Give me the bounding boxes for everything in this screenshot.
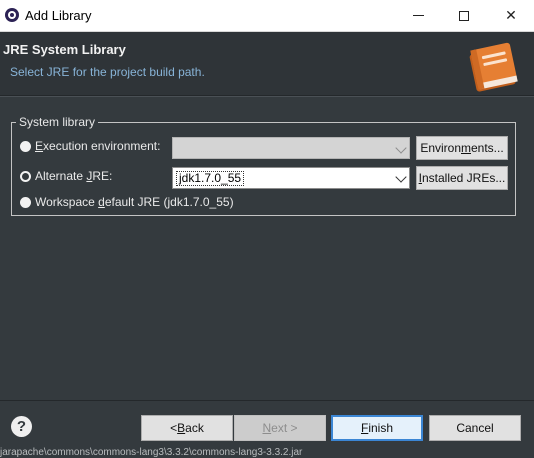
label-part: inish	[368, 421, 394, 435]
execution-environment-label[interactable]: Execution environment:	[35, 139, 160, 153]
header-separator-highlight	[0, 96, 534, 97]
alternate-jre-label[interactable]: Alternate JRE:	[35, 169, 112, 183]
label-part: ext >	[271, 421, 298, 435]
book-icon	[469, 42, 518, 92]
maximize-icon	[459, 10, 469, 21]
label-part: efault JRE (jdk1.7.0_55)	[104, 195, 234, 209]
installed-jres-button[interactable]: Installed JREs...	[416, 166, 508, 190]
back-button[interactable]: < Back	[141, 415, 233, 441]
page-description: Select JRE for the project build path.	[10, 65, 205, 79]
minimize-button[interactable]	[395, 0, 441, 31]
chevron-down-icon	[395, 171, 407, 183]
finish-button[interactable]: Finish	[331, 415, 423, 441]
footer-separator	[0, 400, 534, 401]
group-legend: System library	[16, 115, 99, 129]
label-part: Environ	[420, 141, 461, 155]
label-part: ack	[185, 421, 204, 435]
cancel-button[interactable]: Cancel	[429, 415, 521, 441]
dialog-header: JRE System Library Select JRE for the pr…	[0, 32, 534, 95]
execution-environment-combo[interactable]	[172, 137, 410, 159]
mnemonic-char: E	[35, 139, 44, 153]
chevron-down-icon	[395, 142, 407, 154]
label-part: RE:	[92, 169, 113, 183]
next-button[interactable]: Next >	[234, 415, 326, 441]
workspace-default-label[interactable]: Workspace default JRE (jdk1.7.0_55)	[35, 195, 234, 209]
maximize-button[interactable]	[441, 0, 487, 31]
combo-value: jdk1.7.0_55	[176, 171, 245, 186]
mnemonic-char: F	[360, 421, 369, 435]
minimize-icon	[412, 15, 424, 16]
title-bar: Add Library ✕	[0, 0, 534, 32]
execution-environment-radio[interactable]	[20, 141, 31, 152]
mnemonic-char: B	[177, 421, 186, 435]
close-button[interactable]: ✕	[488, 0, 534, 31]
alternate-jre-combo[interactable]: jdk1.7.0_55	[172, 167, 410, 189]
mnemonic-char: d	[98, 195, 105, 209]
eclipse-app-icon	[5, 8, 19, 22]
help-icon[interactable]: ?	[11, 416, 32, 437]
mnemonic-char: N	[262, 421, 272, 435]
label-part: xecution environment:	[43, 139, 161, 153]
label-part: Alternate	[35, 169, 87, 183]
label-part: ents...	[471, 141, 504, 155]
label-part: Workspace	[35, 195, 99, 209]
background-window-text: jarapache\commons\commons-lang3\3.3.2\co…	[0, 447, 303, 458]
label-part: nstalled JREs...	[421, 171, 506, 185]
mnemonic-char: m	[461, 141, 471, 155]
page-title: JRE System Library	[3, 42, 126, 57]
environments-button[interactable]: Environ m ents...	[416, 136, 508, 160]
workspace-default-radio[interactable]	[20, 197, 31, 208]
close-icon: ✕	[505, 7, 517, 23]
alternate-jre-radio[interactable]	[20, 171, 31, 182]
label-part: <	[170, 421, 178, 435]
window-title: Add Library	[25, 8, 92, 23]
